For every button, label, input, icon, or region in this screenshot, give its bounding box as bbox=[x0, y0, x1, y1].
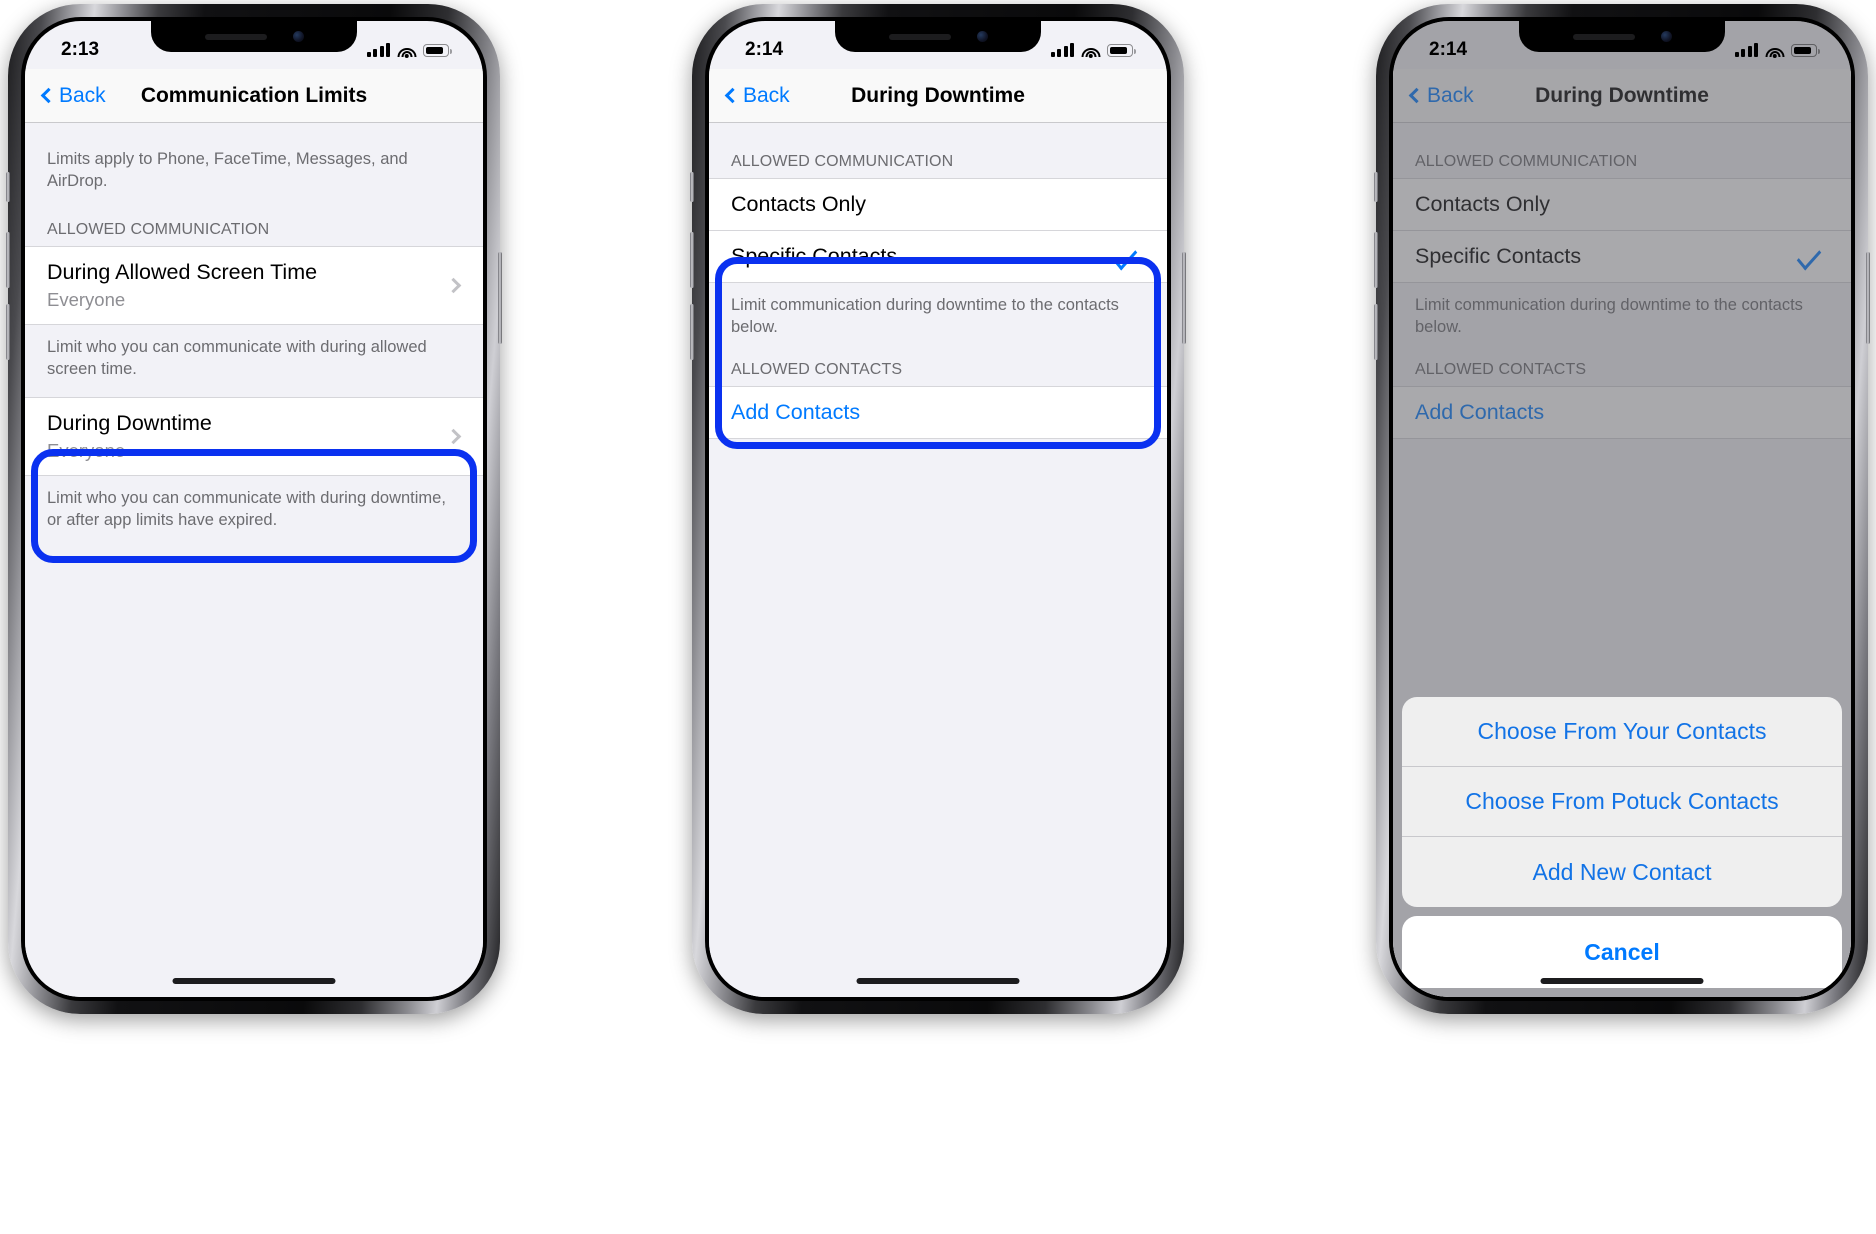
row-value: Everyone bbox=[47, 439, 126, 461]
volume-up-button[interactable] bbox=[1374, 232, 1378, 288]
battery-icon bbox=[423, 44, 452, 57]
status-time: 2:14 bbox=[1429, 39, 1468, 60]
section-header-allowed-contacts: ALLOWED CONTACTS bbox=[731, 360, 903, 378]
phone-3-frame: 2:14 Back During Downtime ALLOWED bbox=[1374, 4, 1870, 1014]
notch bbox=[835, 21, 1041, 52]
status-indicators bbox=[366, 43, 452, 58]
action-sheet: Choose From Your Contacts Choose From Po… bbox=[1393, 697, 1851, 997]
section-header-allowed-communication: ALLOWED COMMUNICATION bbox=[47, 220, 270, 238]
earpiece-speaker-icon bbox=[204, 33, 267, 40]
volume-down-button[interactable] bbox=[6, 304, 10, 360]
mute-switch[interactable] bbox=[690, 172, 694, 202]
chevron-right-icon bbox=[445, 428, 462, 445]
nav-bar: Back During Downtime bbox=[709, 69, 1167, 123]
mute-switch[interactable] bbox=[1374, 172, 1378, 202]
action-choose-from-potuck-contacts[interactable]: Choose From Potuck Contacts bbox=[1402, 767, 1842, 837]
mute-switch[interactable] bbox=[6, 172, 10, 202]
row-title: During Downtime bbox=[47, 410, 212, 435]
note-allowed-screen-time: Limit who you can communicate with durin… bbox=[47, 337, 427, 378]
front-camera-icon bbox=[1660, 31, 1672, 42]
earpiece-speaker-icon bbox=[888, 33, 951, 40]
row-value: Everyone bbox=[47, 288, 126, 310]
checkmark-icon bbox=[1112, 242, 1138, 271]
back-button[interactable]: Back bbox=[40, 83, 106, 108]
status-indicators bbox=[1050, 43, 1136, 58]
row-add-contacts[interactable]: Add Contacts bbox=[709, 385, 1167, 439]
chevron-left-icon bbox=[724, 87, 741, 104]
option-label: Specific Contacts bbox=[731, 244, 898, 268]
home-indicator[interactable] bbox=[856, 978, 1020, 984]
row-text: During Allowed Screen Time Everyone bbox=[47, 260, 317, 311]
row-during-downtime[interactable]: During Downtime Everyone bbox=[25, 396, 483, 476]
phone-3-screen: 2:14 Back During Downtime ALLOWED bbox=[1393, 21, 1851, 997]
back-button[interactable]: Back bbox=[724, 83, 790, 108]
phone-2-bezel: 2:14 Back During Downtime ALLOWED COMMUN… bbox=[705, 17, 1171, 1001]
cellular-bars-icon bbox=[366, 43, 390, 57]
volume-down-button[interactable] bbox=[690, 304, 694, 360]
phone-2-frame: 2:14 Back During Downtime ALLOWED COMMUN… bbox=[690, 4, 1186, 1014]
action-add-new-contact[interactable]: Add New Contact bbox=[1402, 837, 1842, 907]
status-time: 2:14 bbox=[745, 39, 784, 60]
earpiece-speaker-icon bbox=[1572, 33, 1635, 40]
add-contacts-label: Add Contacts bbox=[731, 399, 861, 424]
row-during-allowed-screen-time[interactable]: During Allowed Screen Time Everyone bbox=[25, 245, 483, 325]
row-title: During Allowed Screen Time bbox=[47, 259, 318, 284]
notch bbox=[1519, 21, 1725, 52]
power-button[interactable] bbox=[1866, 252, 1870, 344]
option-label: Contacts Only bbox=[731, 192, 867, 216]
volume-down-button[interactable] bbox=[1374, 304, 1378, 360]
power-button[interactable] bbox=[498, 252, 502, 344]
home-indicator[interactable] bbox=[172, 978, 336, 984]
battery-icon bbox=[1791, 44, 1820, 57]
section-header-allowed-communication: ALLOWED COMMUNICATION bbox=[731, 153, 954, 170]
note-specific-contacts: Limit communication during downtime to t… bbox=[731, 296, 1119, 336]
three-phone-comparison: 2:13 Back Communication Limits Limits ap… bbox=[0, 0, 1876, 1234]
phone-1-screen: 2:13 Back Communication Limits Limits ap… bbox=[25, 21, 483, 997]
row-text: During Downtime Everyone bbox=[47, 411, 212, 462]
phone-1-frame: 2:13 Back Communication Limits Limits ap… bbox=[6, 4, 502, 1014]
back-button-label: Back bbox=[59, 83, 106, 107]
nav-bar: Back Communication Limits bbox=[25, 69, 483, 123]
action-choose-from-your-contacts[interactable]: Choose From Your Contacts bbox=[1402, 697, 1842, 767]
front-camera-icon bbox=[292, 31, 304, 42]
option-contacts-only[interactable]: Contacts Only bbox=[709, 178, 1167, 231]
volume-up-button[interactable] bbox=[690, 232, 694, 288]
notch bbox=[151, 21, 357, 52]
option-specific-contacts[interactable]: Specific Contacts bbox=[709, 231, 1167, 283]
phone-3-bezel: 2:14 Back During Downtime ALLOWED bbox=[1389, 17, 1855, 1001]
volume-up-button[interactable] bbox=[6, 232, 10, 288]
action-sheet-options: Choose From Your Contacts Choose From Po… bbox=[1402, 697, 1842, 907]
cellular-bars-icon bbox=[1734, 43, 1758, 57]
settings-list: Limits apply to Phone, FaceTime, Message… bbox=[25, 123, 483, 997]
back-button-label: Back bbox=[743, 83, 790, 107]
battery-icon bbox=[1107, 44, 1136, 57]
cellular-bars-icon bbox=[1050, 43, 1074, 57]
front-camera-icon bbox=[976, 31, 988, 42]
status-indicators bbox=[1734, 43, 1820, 58]
wifi-icon bbox=[397, 43, 416, 58]
wifi-icon bbox=[1081, 43, 1100, 58]
power-button[interactable] bbox=[1182, 252, 1186, 344]
phone-2-screen: 2:14 Back During Downtime ALLOWED COMMUN… bbox=[709, 21, 1167, 997]
settings-list: ALLOWED COMMUNICATION Contacts Only Spec… bbox=[709, 123, 1167, 997]
wifi-icon bbox=[1765, 43, 1784, 58]
intro-note: Limits apply to Phone, FaceTime, Message… bbox=[47, 150, 408, 190]
chevron-right-icon bbox=[445, 277, 462, 294]
chevron-left-icon bbox=[40, 87, 57, 104]
phone-1-bezel: 2:13 Back Communication Limits Limits ap… bbox=[21, 17, 487, 1001]
note-during-downtime: Limit who you can communicate with durin… bbox=[47, 488, 446, 529]
status-time: 2:13 bbox=[61, 39, 100, 60]
home-indicator[interactable] bbox=[1540, 978, 1704, 984]
